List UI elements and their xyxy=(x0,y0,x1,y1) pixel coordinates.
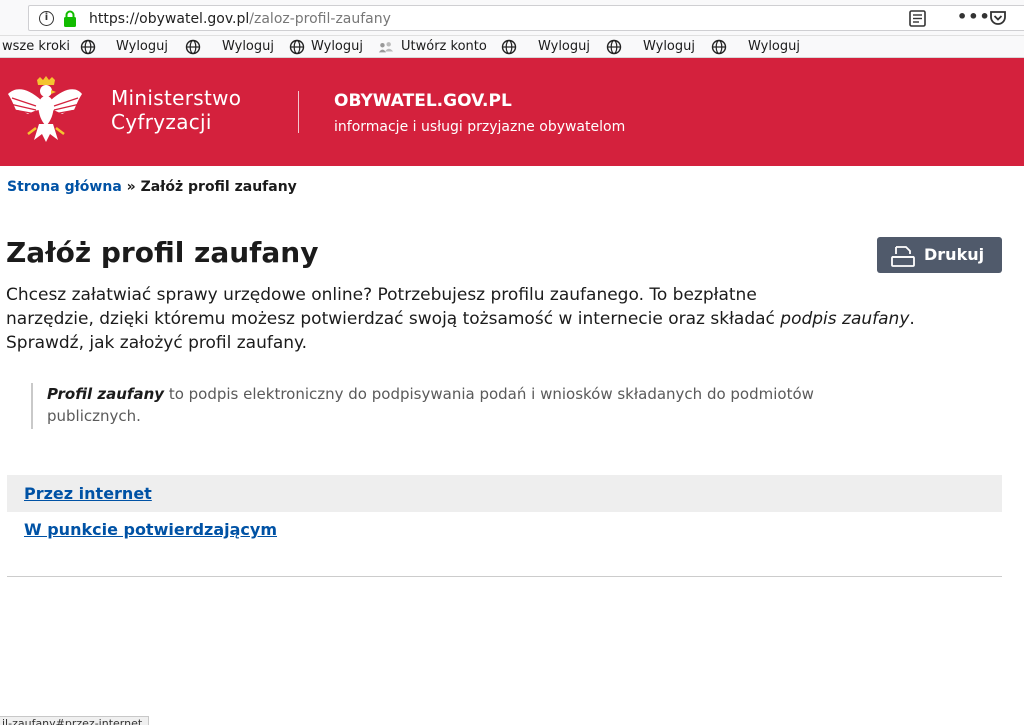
bookmark-item[interactable]: Utwórz konto xyxy=(401,38,487,55)
bookmark-item[interactable]: Wyloguj xyxy=(116,38,168,55)
option-row-highlight xyxy=(7,475,1002,512)
site-header: Ministerstwo Cyfryzacji OBYWATEL.GOV.PL … xyxy=(0,58,1024,166)
print-button[interactable]: Drukuj xyxy=(877,237,1002,273)
quote-line: Profil zaufany to podpis elektroniczny d… xyxy=(47,385,814,403)
section-divider xyxy=(7,576,1002,577)
globe-icon xyxy=(501,39,517,55)
pocket-icon[interactable] xyxy=(989,10,1007,26)
bookmark-item[interactable]: Wyloguj xyxy=(311,38,363,55)
bookmark-item[interactable]: Wyloguj xyxy=(643,38,695,55)
quote-term: Profil zaufany xyxy=(47,385,165,403)
option-link-internet[interactable]: Przez internet xyxy=(24,484,152,504)
page-title: Załóż profil zaufany xyxy=(6,236,319,269)
bookmark-item[interactable]: Wyloguj xyxy=(538,38,590,55)
intro-line: Sprawdź, jak założyć profil zaufany. xyxy=(6,333,308,353)
option-link-point[interactable]: W punkcie potwierdzającym xyxy=(24,520,277,540)
intro-line: narzędzie, dzięki któremu możesz potwier… xyxy=(6,309,915,329)
info-icon[interactable]: i xyxy=(39,11,54,26)
more-actions-icon[interactable]: ••• xyxy=(957,7,991,27)
lock-icon[interactable] xyxy=(62,10,78,28)
eagle-emblem-icon[interactable] xyxy=(6,76,84,144)
globe-icon xyxy=(289,39,305,55)
status-bar-url: il-zaufany#przez-internet xyxy=(0,716,150,725)
address-bar[interactable]: i https://obywatel.gov.pl/zaloz-profil-z… xyxy=(28,5,1024,31)
header-divider xyxy=(298,91,299,133)
bookmark-item[interactable]: Wyloguj xyxy=(222,38,274,55)
ministry-line: Ministerstwo xyxy=(111,86,242,110)
print-label: Drukuj xyxy=(924,245,985,264)
globe-icon xyxy=(185,39,201,55)
intro-line: Chcesz załatwiać sprawy urzędowe online?… xyxy=(6,285,757,305)
globe-icon xyxy=(711,39,727,55)
definition-quote: Profil zaufany to podpis elektroniczny d… xyxy=(31,383,981,429)
ministry-line: Cyfryzacji xyxy=(111,110,212,134)
globe-icon xyxy=(80,39,96,55)
bookmark-item[interactable]: wsze kroki xyxy=(2,38,70,55)
reader-view-icon[interactable] xyxy=(909,10,926,27)
quote-line: publicznych. xyxy=(47,407,141,425)
breadcrumb-home-link[interactable]: Strona główna xyxy=(7,179,122,195)
intro-text: Chcesz załatwiać sprawy urzędowe online?… xyxy=(6,283,1006,355)
url-text[interactable]: https://obywatel.gov.pl/zaloz-profil-zau… xyxy=(89,10,391,28)
globe-icon xyxy=(606,39,622,55)
portal-subtitle: informacje i usługi przyjazne obywatelom xyxy=(334,119,626,135)
breadcrumb-separator: » xyxy=(126,179,136,195)
breadcrumb: Strona główna » Załóż profil zaufany xyxy=(7,178,297,196)
user-favicon-icon xyxy=(378,42,394,53)
browser-toolbar: i https://obywatel.gov.pl/zaloz-profil-z… xyxy=(0,0,1024,36)
portal-title[interactable]: OBYWATEL.GOV.PL xyxy=(334,90,512,112)
breadcrumb-current: Załóż profil zaufany xyxy=(140,179,297,195)
bookmarks-bar: wsze kroki Wyloguj Wyloguj Wyloguj Utwór… xyxy=(0,36,1024,58)
bookmark-item[interactable]: Wyloguj xyxy=(748,38,800,55)
printer-icon xyxy=(891,246,915,267)
ministry-name[interactable]: Ministerstwo Cyfryzacji xyxy=(111,86,241,134)
intro-emphasis: podpis zaufany xyxy=(780,309,910,329)
